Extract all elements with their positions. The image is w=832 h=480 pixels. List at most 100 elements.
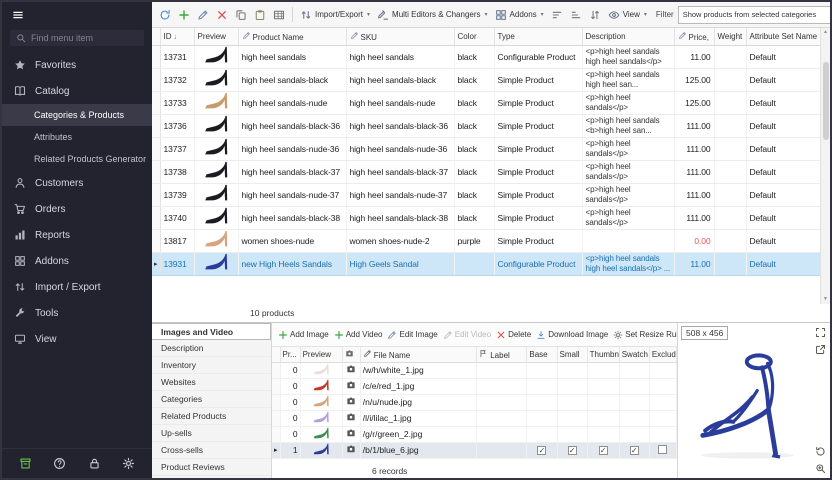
image-row[interactable]: 0/w/h/white_1.jpg [272, 362, 677, 378]
sidebar-item-reports[interactable]: Reports [2, 222, 152, 248]
column-header-base[interactable]: Base [527, 347, 557, 362]
lock-icon[interactable] [88, 457, 101, 470]
exclude-checkbox[interactable] [658, 445, 667, 454]
image-row[interactable]: ▸1/b/1/blue_6.jpg✓✓✓✓ [272, 442, 677, 458]
base-checkbox[interactable]: ✓ [537, 446, 546, 455]
column-header-description[interactable]: Description [582, 28, 674, 45]
set-resize-rule-button[interactable]: Set Resize Rule [613, 330, 677, 340]
column-header-camera[interactable] [342, 347, 360, 362]
delete-button[interactable] [213, 7, 231, 23]
product-row[interactable]: 13733high heel sandals-nudehigh heel san… [152, 91, 820, 114]
column-header-small[interactable]: Small [557, 347, 587, 362]
settings-icon[interactable] [122, 457, 135, 470]
add-button[interactable] [175, 7, 193, 23]
product-row[interactable]: 13817women shoes-nudewomen shoes-nude-2p… [152, 229, 820, 252]
product-row[interactable]: 13738high heel sandals-black-37high heel… [152, 160, 820, 183]
product-row[interactable]: 13740high heel sandals-black-38high heel… [152, 206, 820, 229]
paste-button[interactable] [251, 7, 269, 23]
zoom-icon[interactable] [815, 463, 826, 474]
delete-button[interactable]: Delete [496, 330, 531, 340]
add-video-button[interactable]: Add Video [334, 330, 383, 340]
scroll-up-arrow[interactable]: ▲ [823, 29, 828, 36]
product-row[interactable]: 13737high heel sandals-nude-36high heel … [152, 137, 820, 160]
column-header-exclude[interactable]: Exclude [649, 347, 676, 362]
download-image-button[interactable]: Download Image [536, 330, 608, 340]
store-icon[interactable] [19, 457, 32, 470]
image-row[interactable]: 0/c/e/red_1.jpg [272, 378, 677, 394]
thumbnail-checkbox[interactable]: ✓ [599, 446, 608, 455]
cell-color: purple [454, 229, 494, 252]
product-row[interactable]: 13732high heel sandals-blackhigh heel sa… [152, 68, 820, 91]
column-header-type[interactable]: Type [494, 28, 582, 45]
small-checkbox[interactable]: ✓ [568, 446, 577, 455]
cell-weight [714, 206, 746, 229]
product-row[interactable]: ▸13931new High Heels SandalsHigh Geels S… [152, 252, 820, 275]
column-header-id[interactable]: ID↓ [160, 28, 194, 45]
sidebar-item-categories-products[interactable]: Categories & Products [2, 104, 152, 126]
sidebar-item-related-products-generator[interactable]: Related Products Generator [2, 148, 152, 170]
column-header-swatch[interactable]: Swatch [619, 347, 649, 362]
sidebar-item-customers[interactable]: Customers [2, 170, 152, 196]
help-icon[interactable] [53, 457, 66, 470]
move-updown-button[interactable] [586, 7, 604, 23]
column-header-color[interactable]: Color [454, 28, 494, 45]
column-header-priority[interactable]: Pr... [280, 347, 300, 362]
add-image-button[interactable]: Add Image [278, 330, 329, 340]
import-export-menu[interactable]: Import/Export▾ [297, 7, 373, 23]
sort-asc-button[interactable] [548, 7, 566, 23]
product-row[interactable]: 13731high heel sandalshigh heel sandalsb… [152, 45, 820, 68]
scroll-down-arrow[interactable]: ▼ [823, 296, 828, 303]
column-header-weight[interactable]: Weight [714, 28, 746, 45]
column-header-preview[interactable]: Preview [194, 28, 238, 45]
image-row[interactable]: 0/n/u/nude.jpg [272, 394, 677, 410]
sidebar-item-import-export[interactable]: Import / Export [2, 274, 152, 300]
sort-desc-button[interactable] [567, 7, 585, 23]
columns-button[interactable] [270, 7, 288, 23]
addons-menu[interactable]: Addons▾ [492, 7, 547, 23]
sidebar-item-addons[interactable]: Addons [2, 248, 152, 274]
tab-categories[interactable]: Categories [152, 391, 271, 408]
column-header-price[interactable]: Price, [674, 28, 714, 45]
column-label: Price, [689, 33, 709, 42]
rotate-icon[interactable] [815, 446, 826, 457]
edit-button[interactable] [194, 7, 212, 23]
tab-images-and-video[interactable]: Images and Video [152, 323, 271, 340]
sidebar-item-view[interactable]: View [2, 326, 152, 352]
sidebar-item-tools[interactable]: Tools [2, 300, 152, 326]
tab-product-reviews[interactable]: Product Reviews [152, 459, 271, 476]
column-header-label[interactable]: Label [477, 347, 527, 362]
swatch-checkbox[interactable]: ✓ [630, 446, 639, 455]
image-row[interactable]: 0/g/r/green_2.jpg [272, 426, 677, 442]
sidebar-item-catalog[interactable]: Catalog [2, 78, 152, 104]
sidebar-item-orders[interactable]: Orders [2, 196, 152, 222]
fullscreen-icon[interactable] [815, 327, 826, 338]
tab-websites[interactable]: Websites [152, 374, 271, 391]
tab-related-products[interactable]: Related Products [152, 408, 271, 425]
tab-cross-sells[interactable]: Cross-sells [152, 442, 271, 459]
image-row[interactable]: 0/l/i/lilac_1.jpg [272, 410, 677, 426]
vertical-scrollbar[interactable]: ▲ ▼ [820, 28, 830, 304]
column-header-sku[interactable]: SKU [346, 28, 454, 45]
tab-description[interactable]: Description [152, 340, 271, 357]
product-row[interactable]: 13739high heel sandals-nude-37high heel … [152, 183, 820, 206]
open-in-new-icon[interactable] [815, 344, 826, 355]
copy-button[interactable] [232, 7, 250, 23]
sidebar-item-attributes[interactable]: Attributes [2, 126, 152, 148]
tab-inventory[interactable]: Inventory [152, 357, 271, 374]
sidebar-item-favorites[interactable]: Favorites [2, 52, 152, 78]
column-header-file[interactable]: File Name [360, 347, 476, 362]
refresh-button[interactable] [156, 7, 174, 23]
category-filter-select[interactable]: Show products from selected categories▾ [678, 6, 830, 24]
menu-search-input[interactable] [31, 33, 138, 43]
view-menu[interactable]: View▾ [605, 7, 650, 23]
column-header-attribute_set[interactable]: Attribute Set Name [746, 28, 820, 45]
edit-image-button[interactable]: Edit Image [387, 330, 437, 340]
column-header-thumbnail[interactable]: Thumbna [587, 347, 619, 362]
column-header-name[interactable]: Product Name [238, 28, 346, 45]
product-row[interactable]: 13736high heel sandals-black-36high heel… [152, 114, 820, 137]
tab-up-sells[interactable]: Up-sells [152, 425, 271, 442]
scroll-thumb[interactable] [823, 62, 829, 140]
multi-editors-menu[interactable]: Multi Editors & Changers▾ [374, 7, 491, 23]
hamburger-menu-icon[interactable] [12, 9, 24, 21]
column-header-preview[interactable]: Preview [300, 347, 342, 362]
